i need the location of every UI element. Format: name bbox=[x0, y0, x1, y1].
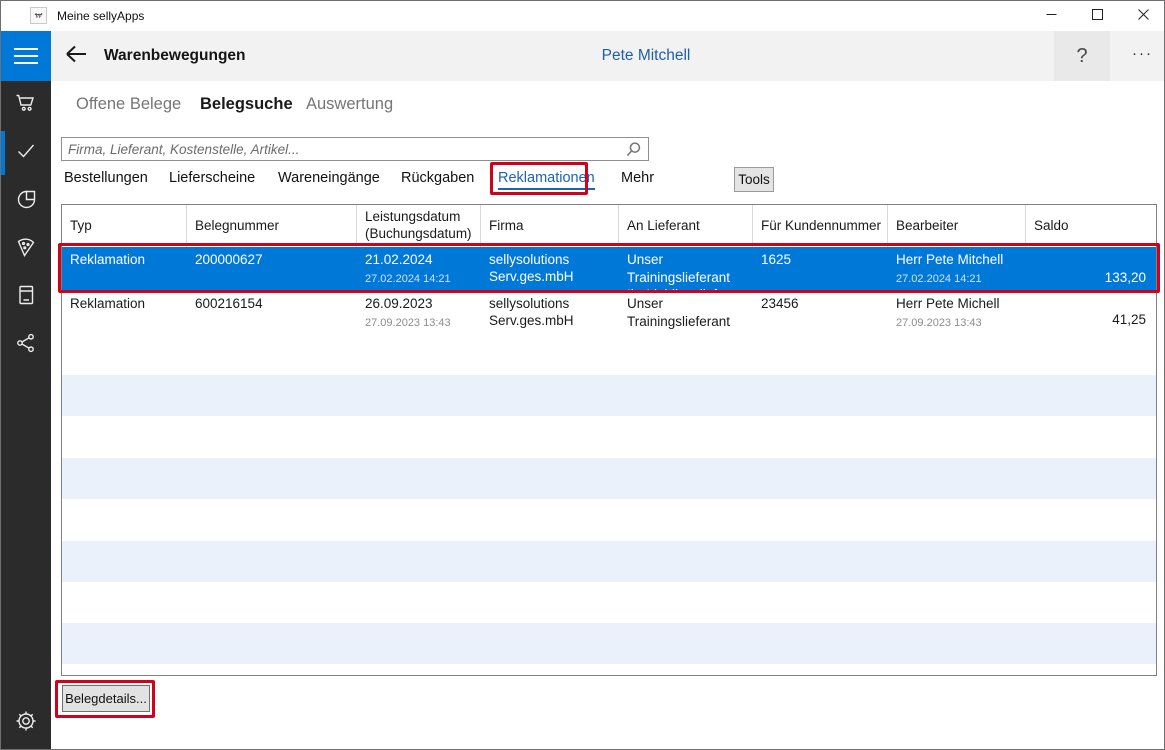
selected-indicator bbox=[1, 131, 5, 175]
tab-belegsuche[interactable]: Belegsuche bbox=[200, 95, 293, 114]
filter-lieferscheine[interactable]: Lieferscheine bbox=[169, 170, 255, 186]
maximize-button[interactable] bbox=[1074, 1, 1120, 31]
cell-belegnummer: 200000627 bbox=[195, 251, 357, 269]
maximize-icon bbox=[1092, 7, 1103, 25]
cell-leistungsdatum: 21.02.2024 bbox=[365, 251, 481, 269]
close-icon bbox=[1138, 7, 1149, 25]
app-logo-icon: w bbox=[30, 7, 47, 24]
sidebar-item-pizza[interactable] bbox=[1, 225, 51, 273]
tab-auswertung[interactable]: Auswertung bbox=[306, 95, 393, 114]
column-header-saldo[interactable]: Saldo bbox=[1026, 205, 1156, 247]
sidebar-item-settings[interactable] bbox=[1, 699, 51, 747]
cell-bearbeiter: Herr Pete Mitchell bbox=[896, 251, 1026, 269]
table-header-row: Typ Belegnummer Leistungsdatum (Buchungs… bbox=[62, 205, 1156, 247]
table-empty-stripe bbox=[62, 333, 1156, 375]
table-empty-stripe bbox=[62, 499, 1156, 541]
title-bar: w Meine sellyApps bbox=[1, 1, 1165, 31]
cell-belegnummer: 600216154 bbox=[195, 295, 357, 313]
cell-bearbeiter-datum: 27.09.2023 13:43 bbox=[896, 316, 1026, 330]
column-header-belegnummer[interactable]: Belegnummer bbox=[187, 205, 357, 247]
more-options-button[interactable]: ··· bbox=[1119, 31, 1165, 81]
cell-kundennummer: 23456 bbox=[761, 295, 888, 313]
search-icon[interactable] bbox=[625, 141, 642, 163]
filter-bestellungen[interactable]: Bestellungen bbox=[64, 170, 148, 186]
cell-firma: sellysolutions bbox=[489, 251, 619, 269]
table-empty-stripe bbox=[62, 375, 1156, 416]
column-header-an-lieferant[interactable]: An Lieferant bbox=[619, 205, 753, 247]
cell-firma: sellysolutions bbox=[489, 295, 619, 313]
page-title: Warenbewegungen bbox=[104, 31, 246, 81]
cell-bearbeiter-datum: 27.02.2024 14:21 bbox=[896, 272, 1026, 286]
filter-wareneingaenge[interactable]: Wareneingänge bbox=[278, 170, 380, 186]
cell-typ: Reklamation bbox=[70, 251, 187, 269]
cell-an-lieferant: Unser Trainingslieferant bbox=[627, 251, 753, 287]
sidebar bbox=[1, 31, 51, 750]
window-title: Meine sellyApps bbox=[57, 9, 144, 23]
pie-chart-icon bbox=[14, 187, 38, 216]
table-row[interactable]: Reklamation 600216154 26.09.2023 27.09.2… bbox=[62, 291, 1156, 333]
filter-mehr[interactable]: Mehr bbox=[621, 170, 654, 186]
cell-bearbeiter: Herr Pete Michell bbox=[896, 295, 1026, 313]
cell-typ: Reklamation bbox=[70, 295, 187, 313]
tools-button[interactable]: Tools bbox=[734, 167, 774, 192]
search-box bbox=[61, 137, 649, 161]
filter-rueckgaben[interactable]: Rückgaben bbox=[401, 170, 474, 186]
back-arrow-icon bbox=[64, 44, 88, 69]
table-row-selected[interactable]: Reklamation 200000627 21.02.2024 27.02.2… bbox=[62, 247, 1156, 291]
cart-icon bbox=[14, 91, 38, 120]
cell-buchungsdatum: 27.02.2024 14:21 bbox=[365, 272, 481, 286]
column-header-leistungsdatum[interactable]: Leistungsdatum (Buchungsdatum) bbox=[357, 205, 481, 247]
sidebar-item-tasks[interactable] bbox=[1, 129, 51, 177]
gear-icon bbox=[14, 709, 38, 738]
book-icon bbox=[14, 283, 38, 312]
back-button[interactable] bbox=[59, 42, 93, 70]
table-empty-stripe bbox=[62, 416, 1156, 458]
column-header-bearbeiter[interactable]: Bearbeiter bbox=[888, 205, 1026, 247]
hamburger-menu-button[interactable] bbox=[1, 31, 51, 81]
table-empty-stripe bbox=[62, 458, 1156, 499]
filter-reklamationen[interactable]: Reklamationen bbox=[498, 170, 595, 190]
sidebar-item-catalog[interactable] bbox=[1, 273, 51, 321]
sidebar-item-statistics[interactable] bbox=[1, 177, 51, 225]
help-button[interactable]: ? bbox=[1054, 31, 1110, 81]
table-empty-stripe bbox=[62, 623, 1156, 664]
minimize-button[interactable] bbox=[1028, 1, 1074, 31]
cell-leistungsdatum: 26.09.2023 bbox=[365, 295, 481, 313]
cell-buchungsdatum: 27.09.2023 13:43 bbox=[365, 316, 481, 330]
sidebar-item-cart[interactable] bbox=[1, 81, 51, 129]
tab-offene-belege[interactable]: Offene Belege bbox=[76, 95, 181, 114]
app-window: w Meine sellyApps bbox=[0, 0, 1165, 750]
minimize-icon bbox=[1046, 7, 1057, 25]
table-empty-stripe bbox=[62, 664, 1156, 675]
share-network-icon bbox=[14, 331, 38, 360]
cell-an-lieferant: Unser Trainingslieferant bbox=[627, 295, 753, 331]
user-name[interactable]: Pete Mitchell bbox=[521, 31, 771, 81]
table-empty-stripe bbox=[62, 582, 1156, 623]
search-input[interactable] bbox=[62, 138, 622, 160]
hamburger-icon bbox=[14, 48, 38, 50]
column-header-kundennummer[interactable]: Für Kundennummer bbox=[753, 205, 888, 247]
belegdetails-button[interactable]: Belegdetails... bbox=[62, 685, 150, 712]
app-header: Warenbewegungen Pete Mitchell ? ··· bbox=[51, 31, 1165, 81]
pizza-slice-icon bbox=[14, 235, 38, 264]
table-empty-stripe bbox=[62, 541, 1156, 582]
close-button[interactable] bbox=[1120, 1, 1165, 31]
cell-saldo: 41,25 bbox=[1112, 312, 1146, 327]
documents-table: Typ Belegnummer Leistungsdatum (Buchungs… bbox=[61, 204, 1157, 676]
sidebar-item-share[interactable] bbox=[1, 321, 51, 369]
cell-saldo: 133,20 bbox=[1105, 270, 1146, 285]
column-header-firma[interactable]: Firma bbox=[481, 205, 619, 247]
cell-kundennummer: 1625 bbox=[761, 251, 888, 269]
column-header-typ[interactable]: Typ bbox=[62, 205, 187, 247]
check-icon bbox=[14, 139, 38, 168]
